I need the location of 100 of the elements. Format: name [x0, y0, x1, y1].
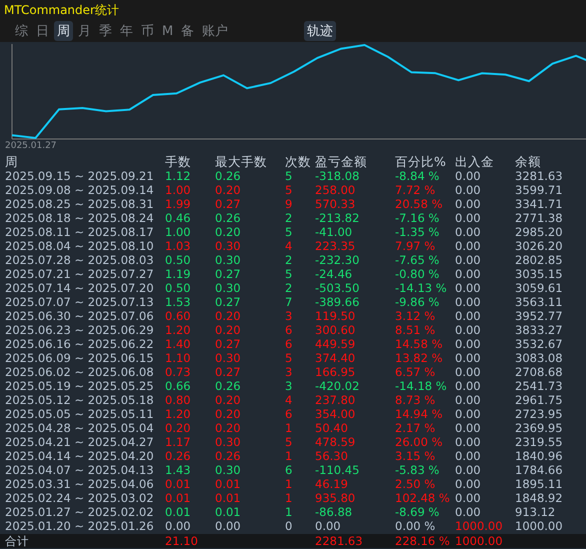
table-cell-text: 0.00 %	[395, 519, 436, 533]
table-cell-text: 2025.08.25 ~ 2025.08.31	[5, 197, 155, 211]
table-cell-text: 56.30	[315, 449, 349, 463]
table-cell-text: 0.00	[455, 393, 482, 407]
period-tab[interactable]: 日	[33, 21, 52, 41]
table-cell-text: 0.20	[215, 407, 242, 421]
table-cell-text: 2025.06.09 ~ 2025.06.15	[5, 351, 155, 365]
table-cell-text: 2025.08.18 ~ 2025.08.24	[5, 211, 155, 225]
table-cell-text: 0.00	[455, 323, 482, 337]
table-cell-text: 0.73	[165, 365, 192, 379]
table-cell-text: 2025.03.31 ~ 2025.04.06	[5, 477, 155, 491]
table-cell-text: 5	[285, 225, 294, 239]
table-cell-text: 0.00	[455, 365, 482, 379]
table-cell-text: 0.20	[215, 225, 242, 239]
table-cell-text: 5	[285, 351, 294, 365]
window-title: MTCommander统计	[4, 2, 119, 18]
table-cell-text: 2025.06.16 ~ 2025.06.22	[5, 337, 155, 351]
table-cell-text: 0.20	[215, 393, 242, 407]
table-cell-text: 0.00	[455, 239, 482, 253]
table-cell-text: 0.00	[455, 351, 482, 365]
table-cell-text: 0.01	[165, 477, 192, 491]
table-cell-text: 913.12	[515, 505, 556, 519]
table-cell-text: 0.00	[455, 309, 482, 323]
period-tab[interactable]: 币	[138, 21, 157, 41]
table-cell-text: 5	[285, 169, 294, 183]
table-cell-text: 6	[285, 337, 294, 351]
table-cell-text: 2025.05.19 ~ 2025.05.25	[5, 379, 155, 393]
table-cell-text: 2025.07.07 ~ 2025.07.13	[5, 295, 155, 309]
table-cell-text: 3563.11	[515, 295, 564, 309]
table-cell-text: 7.97 %	[395, 239, 436, 253]
period-tab[interactable]: 年	[117, 21, 136, 41]
table-cell-text: 0.27	[215, 365, 242, 379]
table-cell-text: 14.94 %	[395, 407, 444, 421]
table-cell-text: 1840.96	[515, 449, 564, 463]
table-cell-text: 0.20	[215, 421, 242, 435]
table-cell-text: -8.69 %	[395, 505, 440, 519]
table-cell-text: 46.19	[315, 477, 349, 491]
table-cell-text: 3281.63	[515, 169, 564, 183]
table-cell-text: 478.59	[315, 435, 356, 449]
table-cell-text: 2708.68	[515, 365, 564, 379]
table-cell-text: 0.26	[215, 211, 242, 225]
period-tab[interactable]: 月	[75, 21, 94, 41]
table-cell-text: 1.99	[165, 197, 192, 211]
table-cell-text: 7.72 %	[395, 183, 436, 197]
chart-start-date: 2025.01.27	[5, 141, 57, 151]
table-cell-text: 0.26	[165, 449, 192, 463]
track-toggle[interactable]: 轨迹	[304, 21, 336, 41]
table-cell-text: 0.00	[455, 225, 482, 239]
table-cell-text: 1.00	[165, 225, 192, 239]
table-cell-text: 0.00	[455, 379, 482, 393]
table-cell-text: 0.00	[455, 407, 482, 421]
table-cell-text: -1.35 %	[395, 225, 440, 239]
table-cell-text: 5	[285, 435, 294, 449]
table-cell-text: -14.13 %	[395, 281, 448, 295]
table-cell-text: 0.00	[455, 295, 482, 309]
column-header: 百分比%	[395, 154, 447, 169]
table-cell-text: 0.00	[455, 197, 482, 211]
table-cell-text: -41.00	[315, 225, 354, 239]
table-cell-text: 1.12	[165, 169, 192, 183]
table-cell-text: 1.20	[165, 407, 192, 421]
table-cell-text: -7.16 %	[395, 211, 440, 225]
column-header: 余额	[515, 154, 542, 169]
table-cell-text: 9	[285, 197, 294, 211]
table-cell-text: 2025.06.23 ~ 2025.06.29	[5, 323, 155, 337]
table-cell-text: 3	[285, 365, 294, 379]
table-cell-text: 0.30	[215, 281, 242, 295]
table-cell-text: -7.65 %	[395, 253, 440, 267]
period-tab[interactable]: 周	[54, 21, 73, 41]
table-cell-text: 3083.08	[515, 351, 564, 365]
table-cell-text: 2369.95	[515, 421, 564, 435]
table-cell-text: 0.66	[165, 379, 192, 393]
table-cell-text: 258.00	[315, 183, 356, 197]
table-cell-text: 3026.20	[515, 239, 564, 253]
period-tab[interactable]: 账户	[199, 21, 232, 41]
table-cell-text: 0.46	[165, 211, 192, 225]
table-cell-text: 223.35	[315, 239, 356, 253]
table-cell-text: 2025.02.24 ~ 2025.03.02	[5, 491, 155, 505]
table-cell-text: 1.53	[165, 295, 192, 309]
period-tab[interactable]: 季	[96, 21, 115, 41]
table-cell-text: 0.20	[215, 309, 242, 323]
period-tab[interactable]: 备	[178, 21, 198, 41]
table-cell-text: 3833.27	[515, 323, 564, 337]
table-cell-text: 2541.73	[515, 379, 564, 393]
table-cell-text: 2025.04.07 ~ 2025.04.13	[5, 463, 155, 477]
table-cell-text: 237.80	[315, 393, 356, 407]
table-cell-text: -24.46	[315, 267, 354, 281]
table-cell-text: 300.60	[315, 323, 356, 337]
table-cell-text: 14.58 %	[395, 337, 444, 351]
table-cell-text: 0.00	[455, 337, 482, 351]
table-cell-text: 0.20	[215, 183, 242, 197]
table-cell-text: 0.50	[165, 281, 192, 295]
table-cell-text: 2723.95	[515, 407, 564, 421]
table-cell-text: 1.03	[165, 239, 192, 253]
table-cell-text: 0.00	[455, 421, 482, 435]
table-cell-text: 0.00	[455, 435, 482, 449]
period-tab[interactable]: M	[159, 22, 176, 40]
period-tab[interactable]: 综	[12, 21, 31, 41]
table-cell-text: 0.27	[215, 337, 242, 351]
table-cell-text: 0.20	[215, 323, 242, 337]
table-cell-text: 0.00	[455, 211, 482, 225]
